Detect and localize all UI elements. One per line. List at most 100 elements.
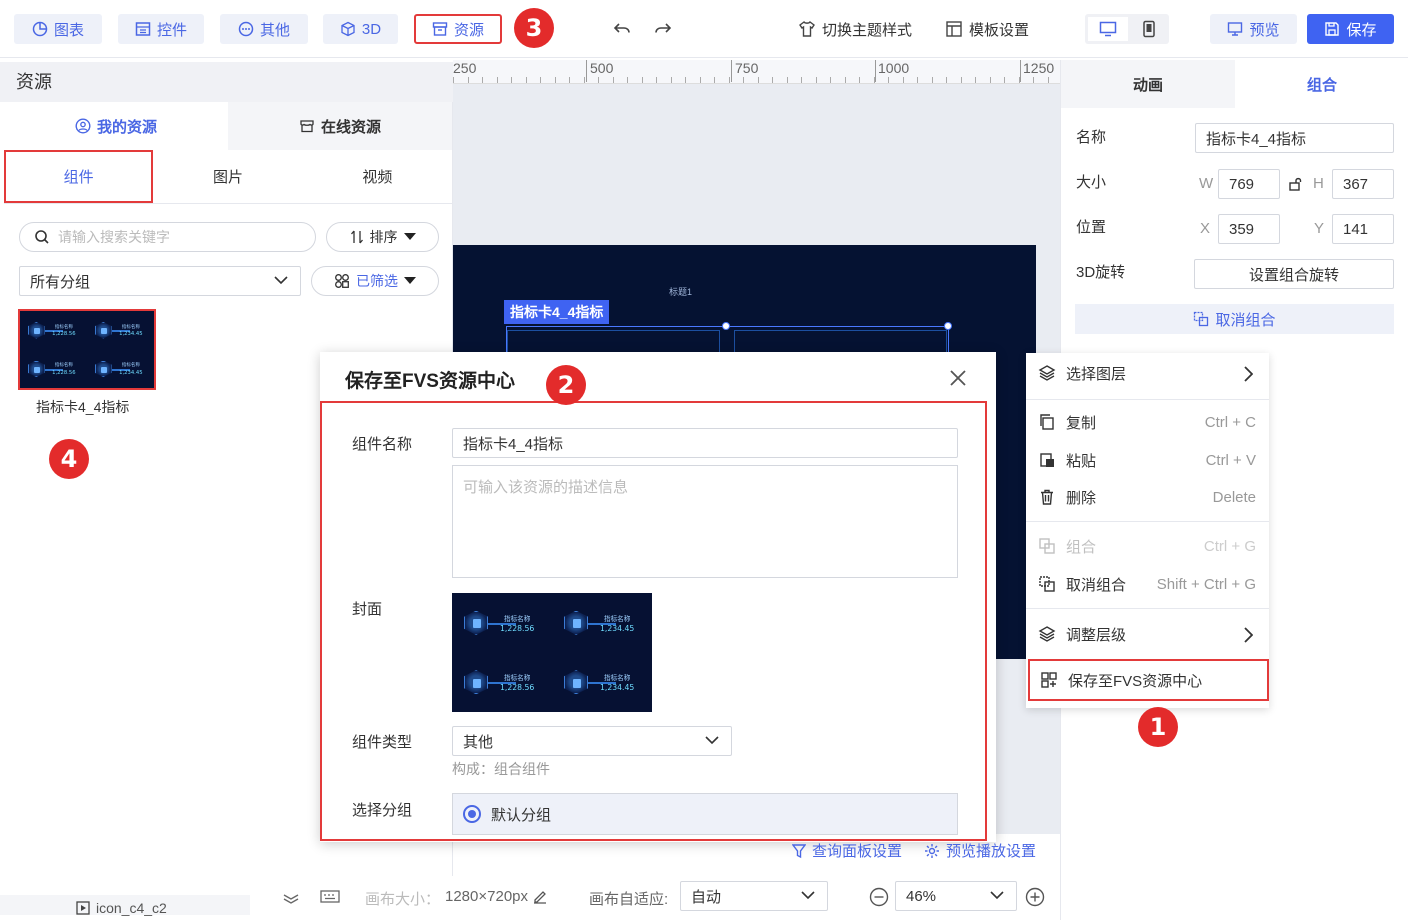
resource-button[interactable]: 资源 — [414, 14, 502, 44]
ruler-minor-tick — [627, 77, 628, 83]
x-label: X — [1200, 220, 1211, 237]
cover-image[interactable]: 指标名称 1,228.56 指标名称 1,234.45 指标名称 1,228.56 指标名称… — [452, 593, 652, 712]
tab-images[interactable]: 图片 — [153, 150, 302, 203]
y-field[interactable]: 141 — [1332, 214, 1394, 244]
panel-title: 资源 — [0, 62, 453, 102]
zoom-in-icon[interactable] — [1025, 887, 1045, 907]
group-option-default[interactable]: 默认分组 — [452, 793, 958, 835]
chart-icon — [32, 21, 48, 37]
ruler-minor-tick — [642, 77, 643, 83]
menu-item-delete[interactable]: 删除 Delete — [1026, 479, 1269, 515]
sort-button[interactable]: 排序 — [326, 222, 439, 252]
save-button[interactable]: 保存 — [1307, 14, 1394, 44]
query-panel-settings-link[interactable]: 查询面板设置 — [792, 840, 902, 861]
menu-item-save-fvs[interactable]: 保存至FVS资源中心 — [1028, 659, 1269, 701]
other-button[interactable]: 其他 — [220, 14, 308, 44]
chevron-down-icon — [705, 736, 719, 745]
ruler-minor-tick — [497, 77, 498, 83]
template-settings-button[interactable]: 模板设置 — [945, 14, 1029, 44]
name-field[interactable]: 指标卡4_4指标 — [1195, 123, 1394, 153]
component-type-select[interactable]: 其他 — [452, 726, 732, 756]
filter-button[interactable]: 已筛选 — [311, 266, 439, 296]
width-field[interactable]: 769 — [1218, 169, 1280, 199]
kpi-label: 指标名称 — [54, 324, 73, 330]
ruler-tick — [586, 60, 587, 82]
widget-button[interactable]: 控件 — [118, 14, 204, 44]
save-disk-icon — [1325, 22, 1340, 36]
zoom-out-icon[interactable] — [869, 887, 889, 907]
lock-icon[interactable] — [1288, 176, 1304, 192]
step-badge-3: 3 — [514, 8, 554, 48]
menu-item-paste[interactable]: 粘贴 Ctrl + V — [1026, 442, 1269, 478]
layer-item[interactable]: icon_c4_c2 — [76, 900, 167, 916]
mobile-view-button[interactable] — [1131, 17, 1167, 41]
kpi-tile: 指标名称 1,228.56 — [452, 653, 552, 713]
ruler-minor-tick — [598, 77, 599, 83]
undo-button[interactable] — [613, 14, 631, 44]
ruler-minor-tick — [845, 77, 846, 83]
shirt-icon — [799, 20, 815, 37]
tab-components[interactable]: 组件 — [4, 150, 154, 203]
keyboard-icon[interactable] — [320, 888, 340, 904]
tab-my-resources[interactable]: 我的资源 — [4, 102, 228, 150]
widget-icon — [135, 22, 151, 36]
width-label: W — [1199, 175, 1214, 192]
kpi-value: 1,228.56 — [52, 369, 76, 376]
selected-component-tag: 指标卡4_4指标 — [504, 300, 610, 324]
menu-item-copy[interactable]: 复制 Ctrl + C — [1026, 404, 1269, 440]
close-icon[interactable] — [948, 368, 968, 388]
step-badge-1: 1 — [1138, 707, 1178, 747]
ruler-minor-tick — [758, 77, 759, 83]
bottom-status-bar: 画布大小： 1280×720px 画布自适应: 自动 46% — [255, 876, 1060, 920]
ruler-minor-tick — [584, 77, 585, 83]
kpi-value: 1,228.56 — [500, 683, 535, 693]
resize-handle[interactable] — [944, 322, 952, 330]
tab-online-resources[interactable]: 在线资源 — [228, 102, 452, 150]
ruler-minor-tick — [468, 77, 469, 83]
layer-list-bottom: icon_c4_c2 — [0, 895, 255, 920]
tab-videos[interactable]: 视频 — [303, 150, 452, 203]
search-icon — [35, 230, 49, 244]
menu-item-select-layer[interactable]: 选择图层 — [1026, 355, 1269, 391]
tab-group[interactable]: 组合 — [1235, 60, 1408, 108]
ruler-minor-tick — [932, 77, 933, 83]
chart-button[interactable]: 图表 — [14, 14, 102, 44]
component-name-field[interactable]: 指标卡4_4指标 — [452, 428, 958, 458]
size-label: 大小 — [1076, 174, 1107, 191]
radio-selected[interactable] — [463, 805, 481, 823]
preview-button[interactable]: 预览 — [1210, 14, 1297, 44]
preview-monitor-icon — [1228, 22, 1243, 36]
ruler-minor-tick — [613, 77, 614, 83]
edit-pencil-icon[interactable] — [532, 889, 548, 905]
menu-item-adjust-level[interactable]: 调整层级 — [1026, 616, 1269, 652]
shortcut-group: Ctrl + G — [1203, 537, 1256, 555]
set-rotation-button[interactable]: 设置组合旋转 — [1194, 259, 1394, 289]
switch-theme-button[interactable]: 切换主题样式 — [798, 14, 912, 44]
desktop-view-button[interactable] — [1088, 17, 1128, 41]
ungroup-button[interactable]: 取消组合 — [1075, 304, 1394, 334]
asset-thumbnail[interactable]: 指标名称 1,228.56 指标名称 1,234.45 指标名称 1,228.56 指标名称… — [18, 309, 156, 390]
search-input[interactable]: 请输入搜索关键字 — [19, 222, 316, 252]
x-field[interactable]: 359 — [1218, 214, 1280, 244]
description-textarea[interactable]: 可输入该资源的描述信息 — [452, 465, 958, 578]
ruler-minor-tick — [816, 77, 817, 83]
menu-item-ungroup[interactable]: 取消组合 Shift + Ctrl + G — [1026, 566, 1269, 602]
rotation-label: 3D旋转 — [1076, 264, 1126, 281]
threed-button[interactable]: 3D — [323, 14, 398, 44]
fit-mode-select[interactable]: 自动 — [680, 881, 828, 911]
resize-handle[interactable] — [722, 322, 730, 330]
layers-stack-icon[interactable] — [282, 889, 300, 905]
menu-divider — [1026, 608, 1269, 609]
dialog-form: 组件名称 指标卡4_4指标 可输入该资源的描述信息 封面 指标名称 1,228.5… — [320, 401, 987, 841]
height-field[interactable]: 367 — [1332, 169, 1394, 199]
trash-icon — [1041, 489, 1053, 505]
tab-animation[interactable]: 动画 — [1061, 60, 1235, 108]
group-select[interactable]: 所有分组 — [19, 266, 301, 296]
preview-play-settings-link[interactable]: 预览播放设置 — [924, 840, 1036, 861]
step-badge-4: 4 — [49, 439, 89, 479]
redo-button[interactable] — [654, 14, 672, 44]
zoom-select[interactable]: 46% — [895, 881, 1017, 911]
ruler-minor-tick — [787, 77, 788, 83]
dialog-title: 保存至FVS资源中心 — [345, 371, 515, 392]
ruler-minor-tick — [801, 77, 802, 83]
